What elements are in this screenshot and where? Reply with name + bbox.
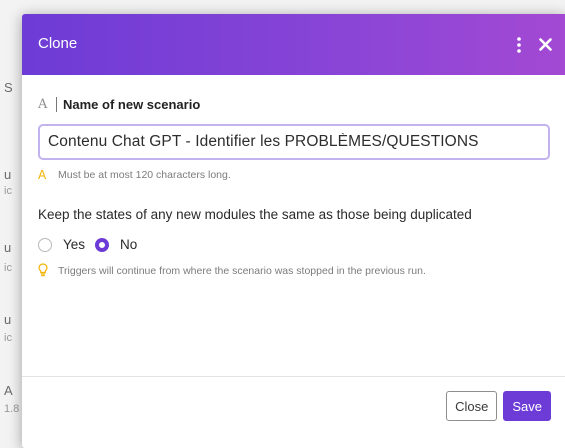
scenario-name-input[interactable] xyxy=(38,124,550,160)
background-text: u xyxy=(4,240,12,255)
warning-icon: A xyxy=(38,168,47,182)
hint-text: Triggers will continue from where the sc… xyxy=(58,265,426,277)
background-text: ic xyxy=(4,185,12,197)
dialog-body: A Name of new scenario A Must be at most… xyxy=(22,75,565,283)
dialog-footer: Close Save xyxy=(446,391,551,421)
dialog-header: Clone xyxy=(22,14,565,75)
field-label: Name of new scenario xyxy=(63,97,201,112)
trigger-hint: Triggers will continue from where the sc… xyxy=(38,263,538,283)
save-button[interactable]: Save xyxy=(503,391,551,421)
radio-yes-label: Yes xyxy=(63,237,86,252)
clone-dialog: Clone A Name of new scenario A Must be a… xyxy=(22,14,565,448)
background-text: S xyxy=(4,80,13,95)
background-text: A xyxy=(4,383,13,398)
dialog-title: Clone xyxy=(38,35,78,52)
background-text: u xyxy=(4,167,12,182)
validation-warning: A Must be at most 120 characters long. xyxy=(38,168,549,182)
states-question: Keep the states of any new modules the s… xyxy=(38,207,472,222)
label-separator xyxy=(56,97,57,112)
radio-option-no[interactable]: No xyxy=(95,237,137,252)
kebab-menu-icon[interactable] xyxy=(511,34,527,56)
field-label-row: A Name of new scenario xyxy=(38,97,549,112)
close-icon[interactable] xyxy=(537,37,553,53)
states-radio-group: Yes No xyxy=(38,237,549,252)
warning-text: Must be at most 120 characters long. xyxy=(58,169,231,181)
background-text: ic xyxy=(4,262,12,274)
footer-divider xyxy=(22,376,565,377)
background-text: 1.8 xyxy=(4,403,20,415)
background-text: u xyxy=(4,312,12,327)
radio-no-icon[interactable] xyxy=(95,237,110,252)
radio-option-yes[interactable]: Yes xyxy=(38,237,85,252)
radio-yes-icon[interactable] xyxy=(38,237,52,252)
lightbulb-icon xyxy=(38,263,50,283)
background-text: ic xyxy=(4,332,12,344)
text-type-icon: A xyxy=(38,97,48,112)
radio-no-label: No xyxy=(120,237,138,252)
close-button[interactable]: Close xyxy=(446,391,498,421)
